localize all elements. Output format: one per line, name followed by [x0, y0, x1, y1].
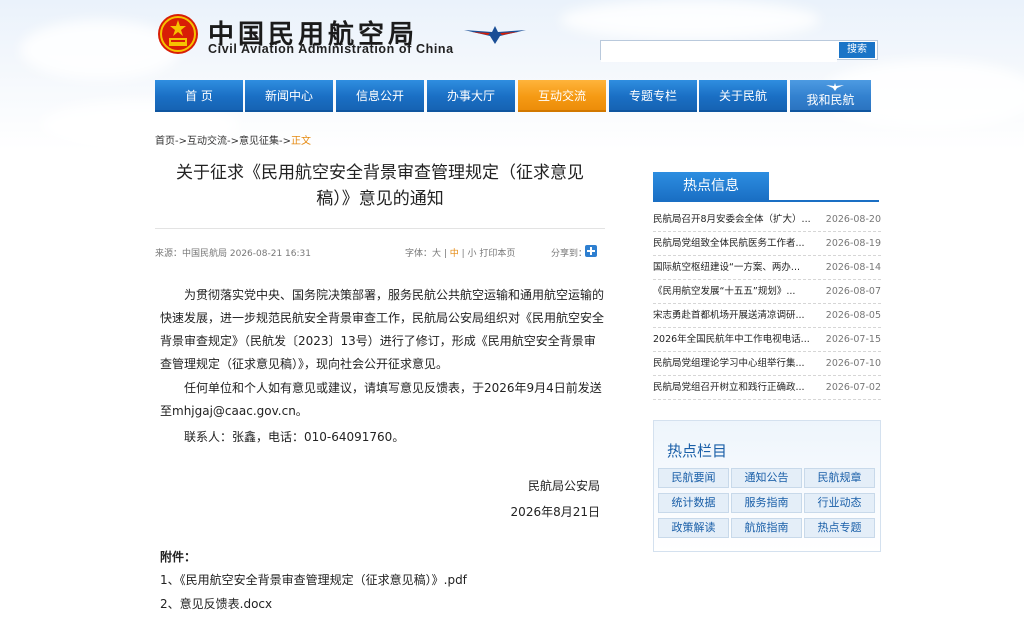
column-button-travel-guide[interactable]: 航旅指南 [731, 518, 802, 538]
nav-item-interaction[interactable]: 互动交流 [518, 80, 606, 112]
hot-news-date: 2026-07-02 [825, 382, 881, 393]
breadcrumb-current: 正文 [291, 136, 311, 147]
nav-item-topics[interactable]: 专题专栏 [609, 80, 697, 112]
article-title-line-2: 稿）》意见的通知 [316, 189, 444, 209]
hot-news-title[interactable]: 民航局召开8月安委会全体（扩大）... [653, 208, 825, 231]
search-input[interactable] [601, 44, 837, 62]
share-plus-icon[interactable] [585, 245, 597, 257]
article-title: 关于征求《民用航空安全背景审查管理规定（征求意见 稿）》意见的通知 [160, 160, 600, 212]
article-meta: 来源：中国民航局 2026-08-21 16:31 字体：大 | 中 | 小 打… [155, 245, 605, 260]
article-body: 为贯彻落实党中央、国务院决策部署，服务民航公共航空运输和通用航空运输的快速发展，… [160, 284, 604, 449]
hot-news-title[interactable]: 民航局党组致全体民航医务工作者... [653, 232, 825, 255]
article-title-line-1: 关于征求《民用航空安全背景审查管理规定（征求意见 [176, 163, 584, 183]
hot-news-title[interactable]: 国际航空枢纽建设“一方案、两办... [653, 256, 825, 279]
hot-columns-title: 热点栏目 [667, 442, 728, 460]
hot-news-title[interactable]: 2026年全国民航年中工作电视电话... [653, 328, 825, 351]
hot-news-date: 2026-08-07 [825, 286, 881, 297]
hot-news-title[interactable]: 《民用航空发展“十五五”规划》... [653, 280, 825, 303]
hot-news-date: 2026-08-19 [825, 238, 881, 249]
signature-date: 2026年8月21日 [510, 505, 600, 519]
column-button-notices[interactable]: 通知公告 [731, 468, 802, 488]
hot-news-title[interactable]: 民航局党组召开树立和践行正确政... [653, 376, 825, 399]
column-button-news[interactable]: 民航要闻 [658, 468, 729, 488]
hot-news-date: 2026-07-10 [825, 358, 881, 369]
hot-columns-panel: 热点栏目 民航要闻 通知公告 民航规章 统计数据 服务指南 行业动态 政策解读 … [653, 420, 881, 552]
font-size-medium-option[interactable]: 中 [447, 249, 462, 259]
site-title-english: Civil Aviation Administration of China [208, 42, 454, 56]
breadcrumb-interaction[interactable]: 互动交流-> [187, 136, 239, 147]
nav-item-news[interactable]: 新闻中心 [245, 80, 333, 112]
hot-news-title[interactable]: 宋志勇赴首都机场开展送清凉调研... [653, 304, 825, 327]
attachments-title: 附件： [160, 550, 197, 564]
font-size-controls: 字体：大 | 中 | 小 打印本页 [405, 246, 515, 259]
attachments-list: 1、《民用航空安全背景审查管理规定（征求意见稿）》.pdf 2、意见反馈表.do… [160, 568, 467, 616]
hot-news-item[interactable]: 民航局召开8月安委会全体（扩大）... 2026-08-20 [653, 208, 881, 232]
nav-item-services[interactable]: 办事大厅 [427, 80, 515, 112]
article-paragraph-1: 为贯彻落实党中央、国务院决策部署，服务民航公共航空运输和通用航空运输的快速发展，… [160, 288, 605, 371]
column-button-industry-news[interactable]: 行业动态 [804, 493, 875, 513]
hot-news-item[interactable]: 《民用航空发展“十五五”规划》... 2026-08-07 [653, 280, 881, 304]
nav-item-me-and-caac[interactable]: 我和民航 [790, 80, 871, 112]
column-button-policy[interactable]: 政策解读 [658, 518, 729, 538]
hot-news-item[interactable]: 民航局党组致全体民航医务工作者... 2026-08-19 [653, 232, 881, 256]
nav-item-label: 我和民航 [806, 93, 855, 107]
signature-org: 民航局公安局 [527, 479, 600, 493]
column-button-statistics[interactable]: 统计数据 [658, 493, 729, 513]
column-button-hot-topics[interactable]: 热点专题 [804, 518, 875, 538]
hot-news-item[interactable]: 国际航空枢纽建设“一方案、两办... 2026-08-14 [653, 256, 881, 280]
attachment-link-docx[interactable]: 2、意见反馈表.docx [160, 592, 467, 616]
article-contact: 联系人：张鑫，电话：010-64091760。 [184, 430, 405, 444]
title-divider [155, 228, 605, 229]
nav-item-info[interactable]: 信息公开 [336, 80, 424, 112]
font-size-large-option[interactable]: 字体：大 | [405, 249, 447, 259]
breadcrumb-home[interactable]: 首页-> [155, 136, 187, 147]
small-wings-icon [826, 83, 844, 91]
hot-news-item[interactable]: 2026年全国民航年中工作电视电话... 2026-07-15 [653, 328, 881, 352]
hot-news-item[interactable]: 宋志勇赴首都机场开展送清凉调研... 2026-08-05 [653, 304, 881, 328]
national-emblem-icon [158, 14, 198, 54]
attachment-link-pdf[interactable]: 1、《民用航空安全背景审查管理规定（征求意见稿）》.pdf [160, 568, 467, 592]
hot-news-list: 民航局召开8月安委会全体（扩大）... 2026-08-20 民航局党组致全体民航… [653, 208, 881, 400]
search-button[interactable]: 搜索 [839, 42, 875, 58]
hot-news-date: 2026-07-15 [825, 334, 881, 345]
share-label: 分享到： [551, 249, 588, 259]
hot-news-item[interactable]: 民航局党组召开树立和践行正确政... 2026-07-02 [653, 376, 881, 400]
site-header: 中国民用航空局 Civil Aviation Administration of… [0, 0, 1024, 80]
breadcrumb: 首页->互动交流->意见征集->正文 [155, 132, 311, 147]
column-button-regulations[interactable]: 民航规章 [804, 468, 875, 488]
hot-news-header: 热点信息 [653, 172, 769, 200]
article-source-date: 来源：中国民航局 2026-08-21 16:31 [155, 249, 311, 259]
main-nav: 首 页 新闻中心 信息公开 办事大厅 互动交流 专题专栏 关于民航 我和民航 [155, 80, 871, 112]
hot-news-date: 2026-08-05 [825, 310, 881, 321]
breadcrumb-consultation[interactable]: 意见征集-> [239, 136, 291, 147]
article-paragraph-2: 任何单位和个人如有意见或建议，请填写意见反馈表，于2026年9月4日前发送至mh… [160, 381, 602, 418]
hot-news-item[interactable]: 民航局党组理论学习中心组举行集... 2026-07-10 [653, 352, 881, 376]
hot-news-date: 2026-08-14 [825, 262, 881, 273]
caac-wings-logo-icon [464, 26, 526, 44]
font-size-small-and-print[interactable]: | 小 打印本页 [462, 249, 516, 259]
search-box: 搜索 [600, 40, 878, 62]
hot-news-date: 2026-08-20 [825, 214, 881, 225]
hot-news-divider [653, 200, 879, 202]
nav-item-about[interactable]: 关于民航 [699, 80, 787, 112]
column-button-service-guide[interactable]: 服务指南 [731, 493, 802, 513]
hot-news-title[interactable]: 民航局党组理论学习中心组举行集... [653, 352, 825, 375]
nav-item-home[interactable]: 首 页 [155, 80, 243, 112]
article-signature: 民航局公安局 2026年8月21日 [160, 473, 600, 525]
